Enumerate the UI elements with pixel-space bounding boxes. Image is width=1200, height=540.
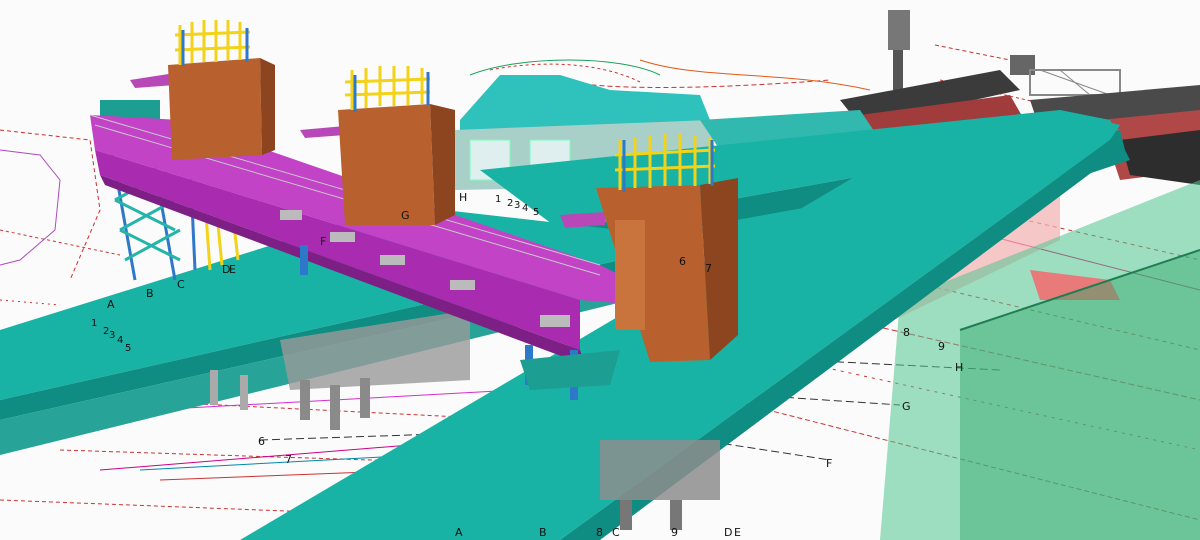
3d-model-scene[interactable] [0, 0, 1200, 540]
model-viewport[interactable]: A B C D E 1 2 3 4 5 1 2 3 4 5 H G F 6 7 … [0, 0, 1200, 540]
